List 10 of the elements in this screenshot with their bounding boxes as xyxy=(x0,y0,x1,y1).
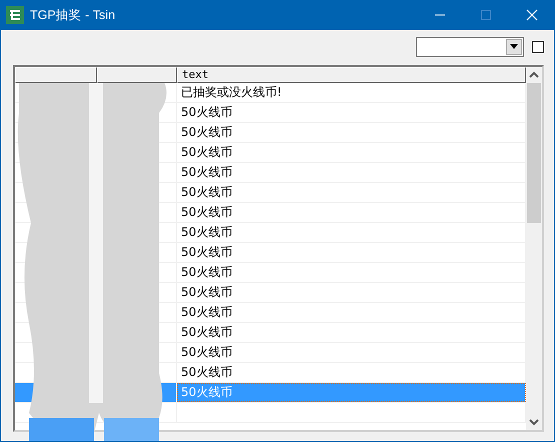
column-header[interactable] xyxy=(97,67,177,83)
dropdown[interactable] xyxy=(416,36,524,56)
app-logo-icon xyxy=(6,6,24,24)
column-header[interactable] xyxy=(15,67,97,83)
caret-icon xyxy=(510,44,518,49)
maximize-icon xyxy=(481,10,491,20)
checkbox[interactable] xyxy=(532,40,544,52)
window-title: TGP抽奖 - Tsin xyxy=(30,6,116,24)
column-header[interactable]: text xyxy=(177,67,526,83)
scrollbar-thumb[interactable] xyxy=(527,83,541,223)
